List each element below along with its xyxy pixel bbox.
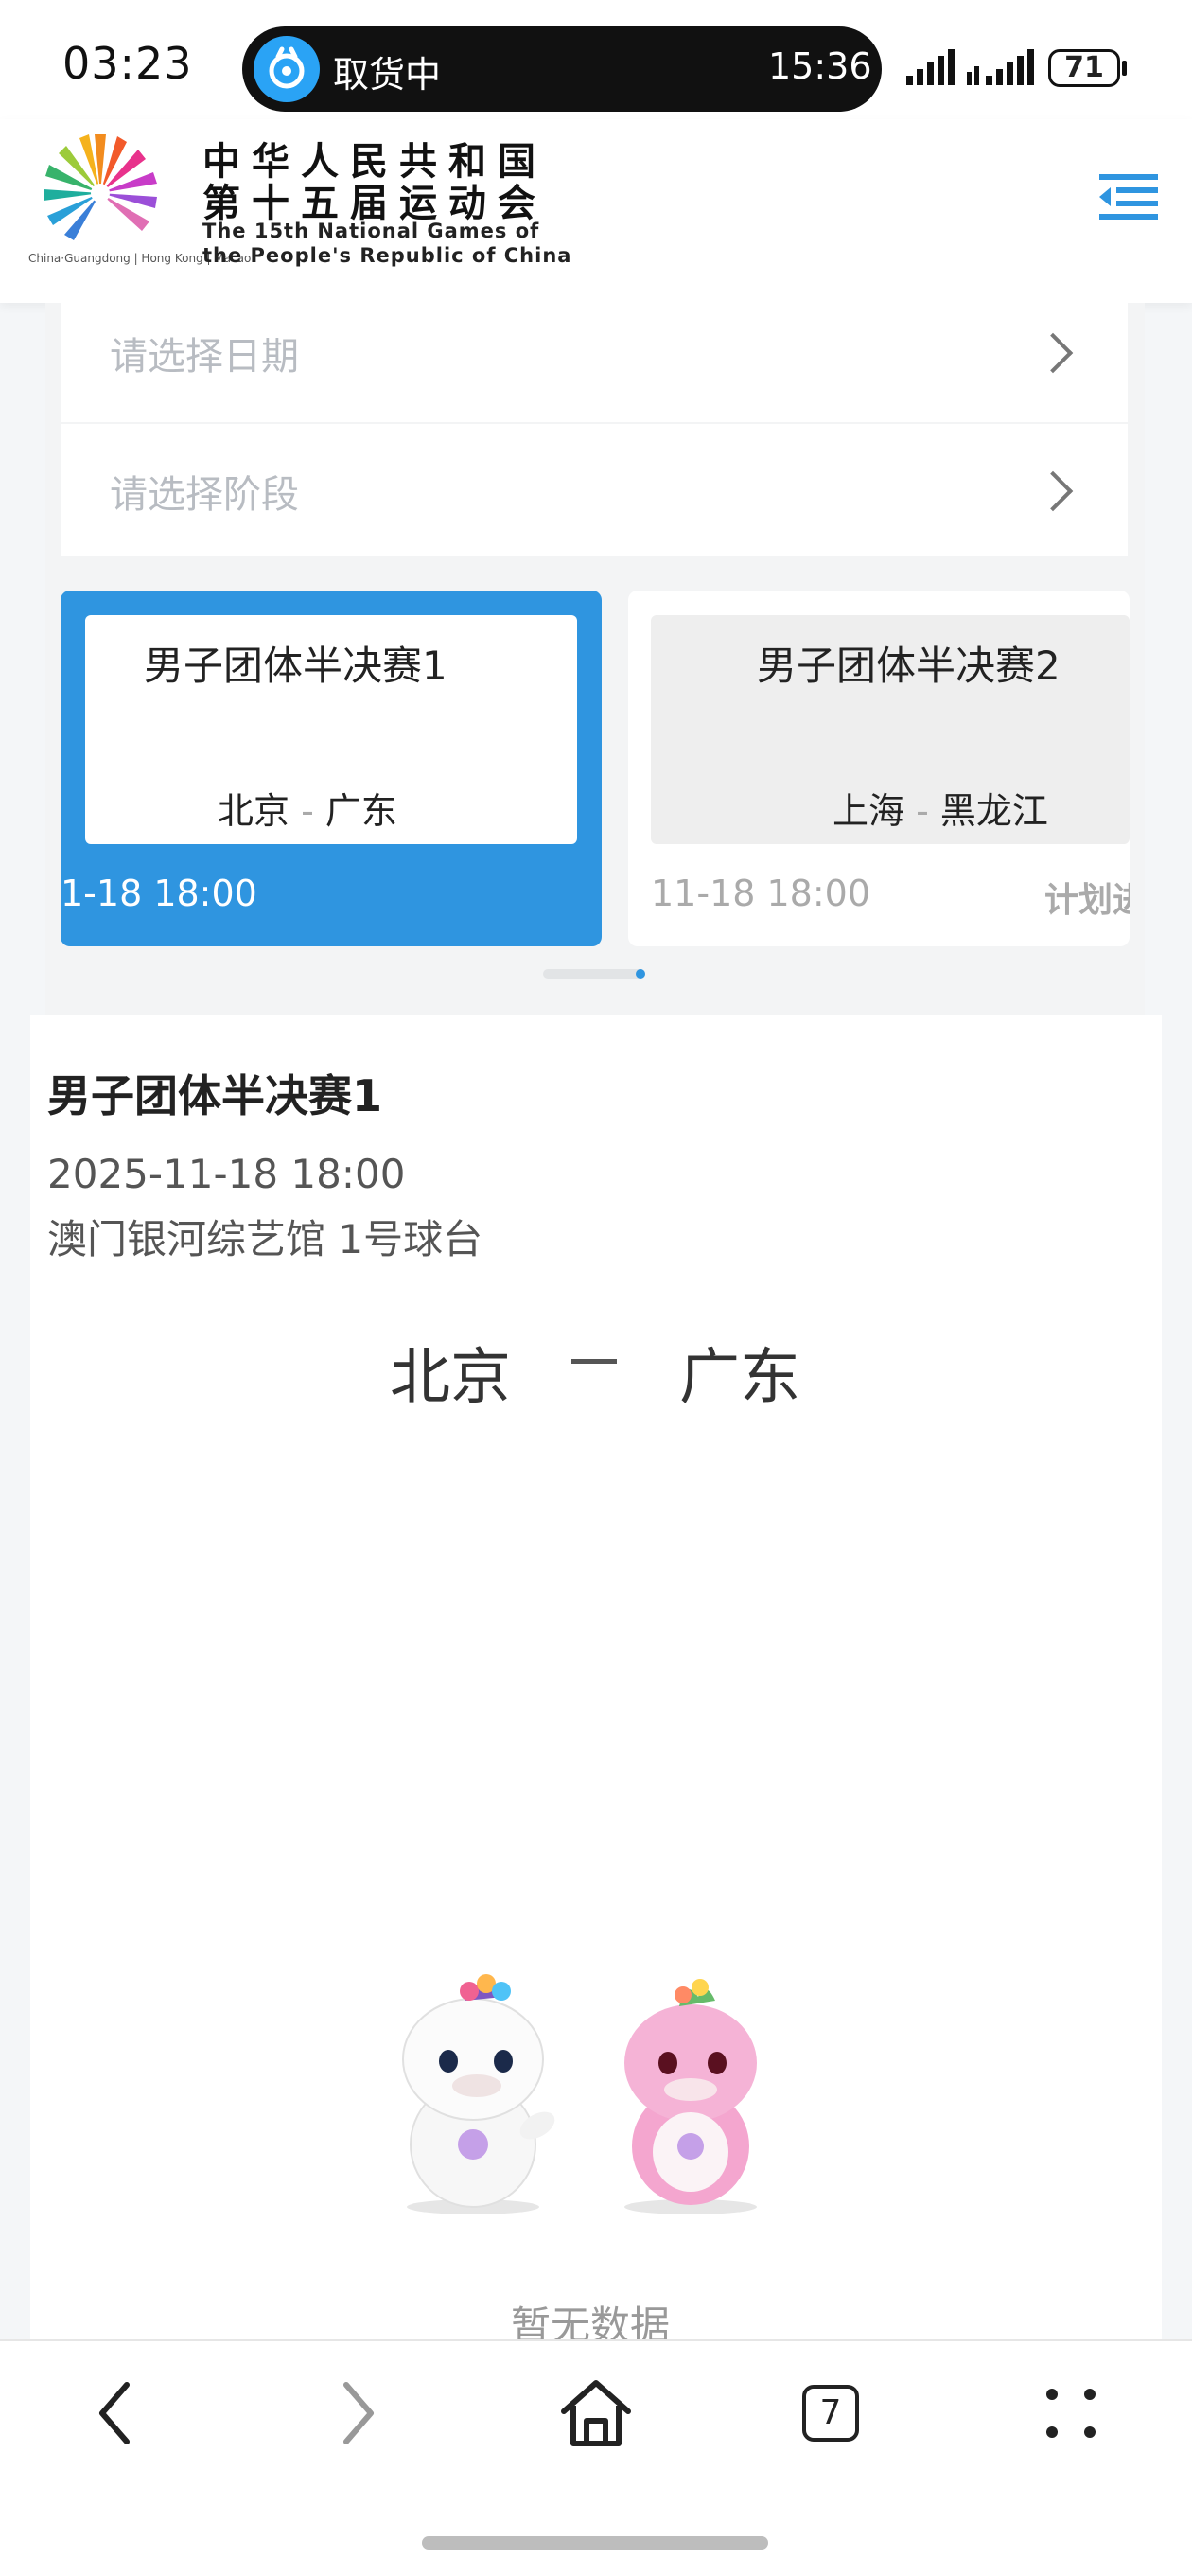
status-time: 03:23 [62,38,193,89]
signal-2-icon [967,49,1035,91]
stage-selector-placeholder: 请选择阶段 [110,473,299,517]
team-separator: - [916,790,929,832]
away-team: 广东 [324,790,397,832]
team-separator: - [301,790,314,832]
battery-icon: 71 [1048,49,1120,87]
home-team: 北京 [218,790,290,832]
match-card-title: 男子团体半决赛2 [757,643,1061,689]
match-card-title: 男子团体半决赛1 [144,643,447,689]
site-header [0,119,1192,303]
date-selector-placeholder: 请选择日期 [110,335,299,379]
home-icon[interactable] [549,2366,643,2461]
match-card-teams: 上海 - 黑龙江 [833,782,1048,834]
home-indicator[interactable] [422,2536,768,2550]
match-detail-title: 男子团体半决赛1 [47,1070,383,1121]
detail-team-separator [571,1359,617,1364]
home-team: 上海 [833,790,905,832]
carousel-scroll-thumb [636,969,645,979]
match-card-time: 11-18 18:00 [651,873,871,914]
match-card-teams: 北京 - 广东 [218,782,397,834]
more-menu-icon[interactable] [1024,2366,1118,2461]
match-card-status: 计划进 [1044,881,1130,920]
match-detail-datetime: 2025-11-18 18:00 [47,1151,406,1197]
games-logo-icon[interactable] [26,125,168,261]
tabs-count-button[interactable]: 7 [802,2385,859,2442]
detail-home-team: 北京 [390,1343,511,1413]
away-team: 黑龙江 [939,790,1048,832]
forward-icon[interactable] [310,2366,405,2461]
signal-icon [904,49,957,91]
menu-collapse-icon[interactable] [1088,167,1164,233]
brand-title-en-line2: the People's Republic of China [202,244,572,267]
match-card-time: 1-18 18:00 [61,873,257,914]
carousel-scroll-indicator [543,969,645,979]
back-icon[interactable] [68,2366,163,2461]
detail-away-team: 广东 [679,1343,800,1413]
brand-title-en-line1: The 15th National Games of [202,220,540,242]
delivery-app-icon [254,36,320,102]
live-activity-time: 15:36 [768,45,872,87]
live-activity-label: 取货中 [333,54,442,96]
mascots-empty-illustration [378,1965,814,2224]
match-detail-venue: 澳门银河综艺馆 1号球台 [47,1216,483,1262]
battery-tip [1122,61,1127,76]
